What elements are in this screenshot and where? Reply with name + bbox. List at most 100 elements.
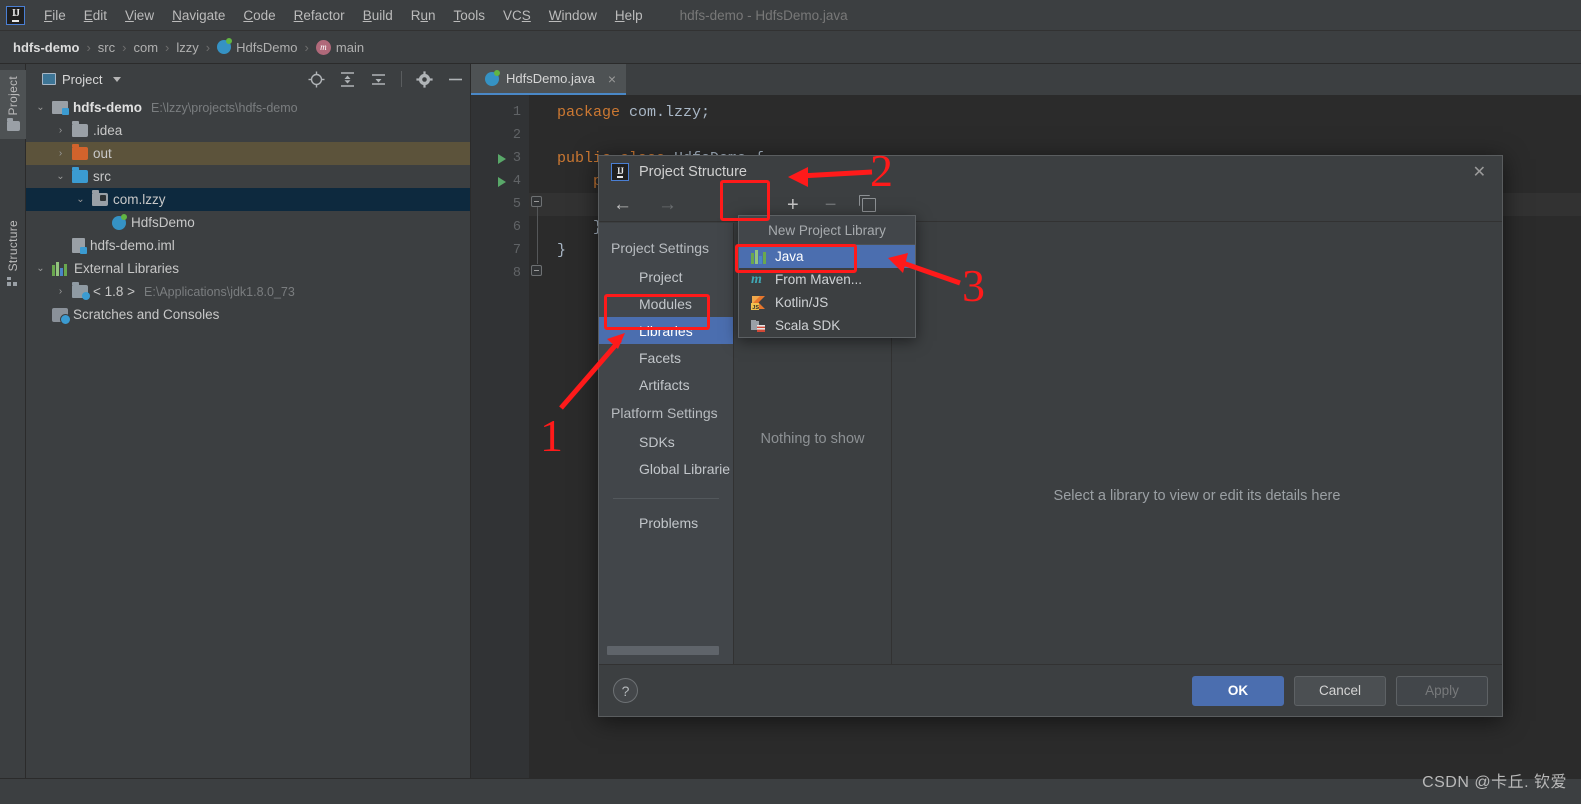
external-libraries-icon: [52, 261, 69, 276]
sidebar-item-artifacts[interactable]: Artifacts: [599, 371, 733, 398]
breadcrumb-label: main: [335, 39, 365, 55]
dialog-logo-text: IJ: [616, 166, 624, 178]
ok-button[interactable]: OK: [1192, 675, 1284, 706]
menu-refactor[interactable]: Refactor: [285, 5, 354, 26]
sidebar-item-libraries[interactable]: Libraries: [599, 317, 733, 344]
remove-button[interactable]: −: [825, 195, 837, 215]
cancel-button[interactable]: Cancel: [1294, 675, 1386, 706]
tool-window-tab-structure[interactable]: Structure: [0, 214, 26, 295]
close-icon[interactable]: ×: [608, 71, 616, 87]
add-button[interactable]: +: [787, 195, 799, 215]
apply-button[interactable]: Apply: [1396, 675, 1488, 706]
tree-node[interactable]: HdfsDemo: [26, 211, 470, 234]
editor-tab-bar: HdfsDemo.java ×: [471, 64, 1581, 95]
menu-help[interactable]: Help: [606, 5, 652, 26]
project-view-icon: [42, 73, 56, 85]
sidebar-item-facets[interactable]: Facets: [599, 344, 733, 371]
menu-run[interactable]: Run: [402, 5, 445, 26]
chevron-down-icon[interactable]: ⌄: [34, 263, 47, 274]
breadcrumb-item-class[interactable]: HdfsDemo: [217, 38, 298, 55]
fold-marker-icon[interactable]: [531, 265, 542, 276]
sidebar-item-global-libraries[interactable]: Global Librarie: [599, 455, 733, 482]
logo-text: IJ: [12, 8, 20, 22]
close-icon[interactable]: ✕: [1467, 162, 1492, 182]
popup-item-java[interactable]: Java: [739, 245, 915, 268]
sidebar-item-sdks[interactable]: SDKs: [599, 428, 733, 455]
chevron-right-icon[interactable]: ›: [54, 286, 67, 297]
editor-tab-label: HdfsDemo.java: [506, 71, 595, 86]
tree-node-label: src: [93, 169, 111, 184]
menu-edit[interactable]: Edit: [75, 5, 116, 26]
tree-node-label: < 1.8 >: [93, 284, 136, 299]
tree-node[interactable]: › < 1.8 > E:\Applications\jdk1.8.0_73: [26, 280, 470, 303]
breadcrumb-label: lzzy: [176, 39, 199, 55]
tree-node[interactable]: › .idea: [26, 119, 470, 142]
forward-arrow-icon[interactable]: →: [658, 195, 677, 214]
breadcrumb: hdfs-demo › src › com › lzzy › HdfsDemo …: [0, 31, 1581, 64]
iml-folder-icon: [72, 238, 87, 254]
sidebar-item-label: Facets: [639, 349, 682, 366]
back-arrow-icon[interactable]: ←: [613, 195, 632, 214]
locate-icon[interactable]: [308, 71, 325, 88]
breadcrumb-item-src[interactable]: src: [98, 40, 115, 55]
tree-node[interactable]: ⌄ hdfs-demo E:\lzzy\projects\hdfs-demo: [26, 96, 470, 119]
scala-sdk-icon: [751, 319, 767, 333]
chevron-right-icon[interactable]: ›: [54, 148, 67, 159]
status-bar: [0, 778, 1581, 804]
chevron-down-icon[interactable]: ⌄: [54, 171, 67, 182]
sidebar-item-project[interactable]: Project: [599, 263, 733, 290]
project-tree: ⌄ hdfs-demo E:\lzzy\projects\hdfs-demo › .id…: [26, 94, 470, 326]
menu-navigate-rest: avigate: [181, 7, 226, 23]
help-button[interactable]: ?: [613, 678, 638, 703]
sidebar-item-modules[interactable]: Modules: [599, 290, 733, 317]
menu-file[interactable]: File: [35, 5, 75, 26]
breadcrumb-label: HdfsDemo: [236, 39, 298, 55]
tree-node[interactable]: hdfs-demo.iml: [26, 234, 470, 257]
breadcrumb-item-lzzy[interactable]: lzzy: [176, 40, 198, 55]
project-panel-title: Project: [62, 71, 103, 87]
chevron-right-icon[interactable]: ›: [54, 125, 67, 136]
tree-node-label: hdfs-demo.iml: [90, 238, 175, 253]
tree-node[interactable]: ⌄ External Libraries: [26, 257, 470, 280]
tree-node[interactable]: Scratches and Consoles: [26, 303, 470, 326]
run-gutter-icon[interactable]: [498, 153, 506, 164]
tree-node[interactable]: ⌄ src: [26, 165, 470, 188]
menu-vcs-pre: VC: [503, 7, 522, 23]
breadcrumb-separator: ›: [304, 39, 309, 55]
menu-view[interactable]: View: [116, 5, 163, 26]
library-detail-panel: Select a library to view or edit its det…: [892, 223, 1502, 664]
menu-vcs[interactable]: VCS: [494, 5, 540, 26]
sidebar-item-problems[interactable]: Problems: [599, 509, 733, 536]
menu-window[interactable]: Window: [540, 5, 606, 26]
run-gutter-icon[interactable]: [498, 176, 506, 187]
breadcrumb-item-project[interactable]: hdfs-demo: [13, 40, 79, 55]
collapse-all-icon[interactable]: [370, 71, 387, 88]
menu-navigate[interactable]: Navigate: [163, 5, 234, 26]
tree-node-label: hdfs-demo: [73, 100, 142, 115]
tree-node[interactable]: › out: [26, 142, 470, 165]
menu-code[interactable]: Code: [234, 5, 284, 26]
tool-window-tab-project[interactable]: Project: [0, 70, 26, 140]
chevron-down-icon[interactable]: ⌄: [74, 194, 87, 205]
hide-panel-icon[interactable]: [447, 71, 464, 88]
popup-item-scala-sdk[interactable]: Scala SDK: [739, 314, 915, 337]
editor-tab-hdfsdemo[interactable]: HdfsDemo.java ×: [471, 64, 627, 95]
fold-marker-icon[interactable]: [531, 196, 542, 207]
chevron-down-icon[interactable]: [113, 76, 122, 82]
popup-item-from-maven[interactable]: m From Maven...: [739, 268, 915, 291]
menu-tools[interactable]: Tools: [445, 5, 495, 26]
sidebar-horizontal-scrollbar[interactable]: [607, 646, 719, 655]
menu-build[interactable]: Build: [354, 5, 402, 26]
copy-icon[interactable]: [859, 194, 877, 212]
sidebar-group-project-settings: Project Settings: [611, 240, 710, 256]
settings-gear-icon[interactable]: [416, 70, 433, 88]
tree-node-label: External Libraries: [74, 261, 180, 276]
breadcrumb-item-com[interactable]: com: [133, 40, 158, 55]
tree-node-label: out: [93, 146, 112, 161]
breadcrumb-item-method[interactable]: m main: [315, 39, 365, 55]
chevron-down-icon[interactable]: ⌄: [34, 102, 47, 113]
expand-all-icon[interactable]: [339, 71, 356, 88]
tree-node[interactable]: ⌄ com.lzzy: [26, 188, 470, 211]
popup-item-kotlin-js[interactable]: JS Kotlin/JS: [739, 291, 915, 314]
intellij-logo-icon: IJ: [6, 5, 25, 25]
